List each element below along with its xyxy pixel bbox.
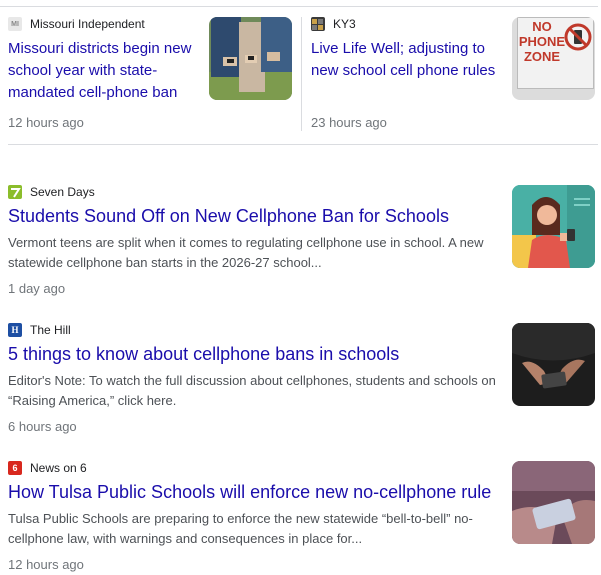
missouri-independent-favicon-icon: MI: [8, 17, 22, 31]
source-row: KY3: [311, 17, 356, 31]
student-illustration-image: [512, 185, 595, 268]
article-title-link[interactable]: How Tulsa Public Schools will enforce ne…: [8, 480, 491, 504]
article-thumbnail[interactable]: [512, 461, 595, 544]
article-time: 12 hours ago: [8, 115, 84, 130]
seven-days-favicon-icon: [8, 185, 22, 199]
article-thumbnail[interactable]: [512, 185, 595, 268]
article-snippet-line: cellphone law, with warnings and consequ…: [8, 531, 363, 546]
the-hill-favicon-icon: H: [8, 323, 22, 337]
source-row: H The Hill: [8, 323, 71, 337]
article-thumbnail[interactable]: [512, 323, 595, 406]
news-on-6-favicon-icon: 6: [8, 461, 22, 475]
article-thumbnail[interactable]: [209, 17, 292, 100]
source-name: Missouri Independent: [30, 17, 145, 31]
article-title-link[interactable]: Students Sound Off on New Cellphone Ban …: [8, 204, 449, 228]
phone-in-hands-image: [512, 461, 595, 544]
article-time: 23 hours ago: [311, 115, 387, 130]
source-row: Seven Days: [8, 185, 95, 199]
source-row: 6 News on 6: [8, 461, 87, 475]
ky3-favicon-icon: [311, 17, 325, 31]
article-snippet-line: statewide cellphone ban starts in the 20…: [8, 255, 322, 270]
article-snippet-line: Editor's Note: To watch the full discuss…: [8, 373, 496, 388]
article-time: 6 hours ago: [8, 419, 77, 434]
source-name: The Hill: [30, 323, 71, 337]
article-title-link[interactable]: Live Life Well; adjusting to new school …: [311, 38, 501, 82]
no-phone-icon: [564, 23, 592, 51]
article-time: 1 day ago: [8, 281, 66, 296]
source-row: MI Missouri Independent: [8, 17, 145, 31]
article-title-link[interactable]: 5 things to know about cellphone bans in…: [8, 342, 399, 366]
students-with-phones-image: [209, 17, 292, 100]
source-name: News on 6: [30, 461, 87, 475]
source-name: KY3: [333, 17, 356, 31]
article-thumbnail[interactable]: NO PHONE ZONE: [512, 17, 595, 100]
top-divider: [0, 6, 598, 7]
card-separator: [301, 17, 302, 131]
article-snippet-line: Tulsa Public Schools are preparing to en…: [8, 511, 473, 526]
article-time: 12 hours ago: [8, 557, 84, 572]
article-snippet-line: Vermont teens are split when it comes to…: [8, 235, 484, 250]
article-snippet-line: “Raising America,” click here.: [8, 393, 177, 408]
hands-holding-phone-image: [512, 323, 595, 406]
section-divider: [8, 144, 598, 145]
source-name: Seven Days: [30, 185, 95, 199]
sign-text: NO PHONE ZONE: [518, 19, 566, 64]
article-title-link[interactable]: Missouri districts begin new school year…: [8, 38, 198, 104]
